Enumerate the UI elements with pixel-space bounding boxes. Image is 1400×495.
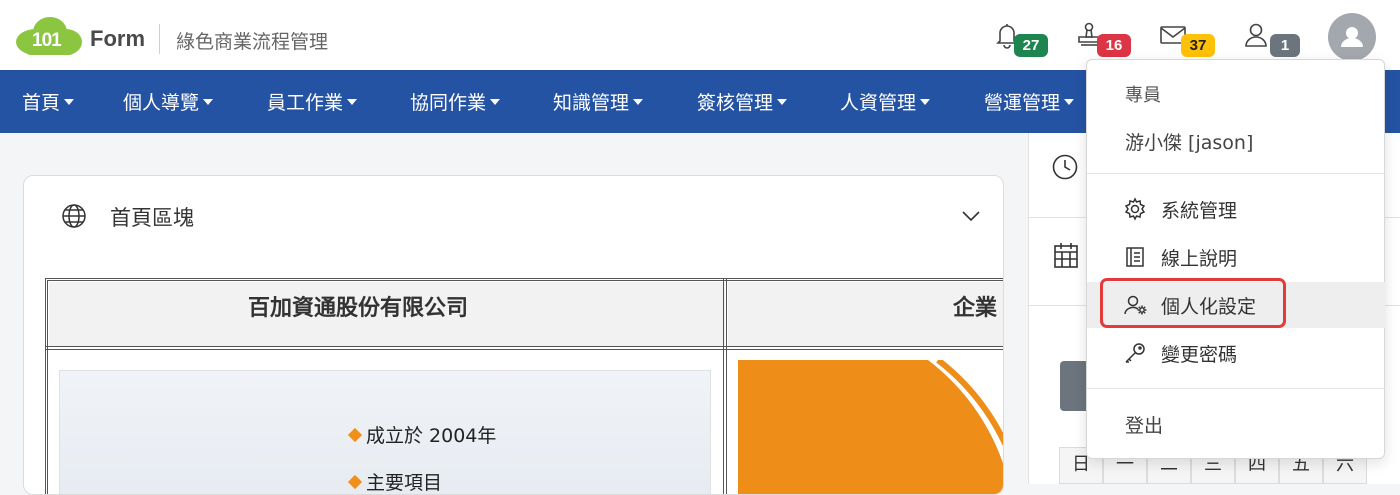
logo-word: Form [90,26,145,51]
logout-link[interactable]: 登出 [1125,411,1163,438]
menu-label: 變更密碼 [1161,344,1238,366]
nav-item-knowledge[interactable]: 知識管理 [553,88,644,115]
user-icon[interactable] [1241,20,1271,50]
nav-label: 協同作業 [410,92,487,114]
avatar[interactable] [1328,13,1376,61]
globe-icon [61,203,87,233]
logo-number: 101 [32,30,62,51]
enterprise-graphic [738,360,1003,494]
diamond-bullet-icon [347,427,363,443]
table-divider [723,278,727,494]
menu-item-online-help[interactable]: 線上說明 [1087,234,1385,280]
home-block-card: 首頁區塊 百加資通股份有限公司 企業 成立於 2004年 主要項目 [23,175,1004,495]
notifications-badge: 27 [1014,34,1048,57]
menu-label: 線上說明 [1161,248,1238,270]
nav-item-employee[interactable]: 員工作業 [267,88,358,115]
gear-icon [1123,197,1147,221]
menu-item-system-admin[interactable]: 系統管理 [1087,186,1385,232]
slide-line: 主要項目 [347,468,443,494]
nav-label: 員工作業 [267,92,344,114]
book-icon [1123,245,1147,269]
nav-item-operations[interactable]: 營運管理 [984,88,1075,115]
nav-item-collaboration[interactable]: 協同作業 [410,88,501,115]
card-title: 首頁區塊 [110,206,194,230]
nav-label: 個人導覽 [123,92,200,114]
caret-down-icon [490,98,501,105]
nav-label: 知識管理 [553,92,630,114]
diamond-bullet-icon [347,474,363,490]
nav-label: 營運管理 [984,92,1061,114]
approvals-badge: 16 [1097,34,1131,57]
card-header[interactable]: 首頁區塊 [24,176,1003,256]
nav-item-personal-guide[interactable]: 個人導覽 [123,88,214,115]
nav-label: 首頁 [22,92,61,114]
slide-line-text: 主要項目 [366,472,443,494]
chevron-down-icon[interactable] [961,208,981,227]
menu-label: 系統管理 [1161,200,1238,222]
user-name: 游小傑 [jason] [1125,132,1254,154]
column-title: 企業 [953,296,998,321]
clock-icon [1051,153,1079,185]
user-role: 專員 [1125,85,1161,106]
cloud-logo-icon: 101 [14,16,84,56]
nav-label: 簽核管理 [697,92,774,114]
caret-down-icon [64,98,75,105]
caret-down-icon [203,98,214,105]
slide-line: 成立於 2004年 [347,421,497,448]
nav-item-hr[interactable]: 人資管理 [840,88,931,115]
caret-down-icon [920,98,931,105]
nav-item-home[interactable]: 首頁 [22,88,75,115]
caret-down-icon [1064,98,1075,105]
slide-line-text: 成立於 2004年 [366,425,497,447]
calendar-icon [1053,241,1079,273]
users-badge: 1 [1270,34,1300,57]
company-intro-slide: 成立於 2004年 主要項目 [59,370,711,494]
table-divider [45,346,1003,350]
app-logo[interactable]: 101 Form 綠色商業流程管理 [14,16,328,56]
key-icon [1123,341,1147,365]
company-name: 百加資通股份有限公司 [248,296,469,321]
messages-badge: 37 [1181,34,1215,57]
menu-divider [1087,388,1385,389]
logo-divider [159,24,160,54]
menu-item-change-password[interactable]: 變更密碼 [1087,330,1385,376]
menu-divider [1087,173,1385,174]
caret-down-icon [777,98,788,105]
highlight-box [1100,278,1286,328]
nav-label: 人資管理 [840,92,917,114]
app-subtitle: 綠色商業流程管理 [176,30,329,53]
user-dropdown-menu: 專員 游小傑 [jason] 系統管理 線上說明 個人化設定 變更密碼 登出 [1086,59,1385,459]
caret-down-icon [347,98,358,105]
main-content: 首頁區塊 百加資通股份有限公司 企業 成立於 2004年 主要項目 [0,133,1028,495]
nav-item-approval[interactable]: 簽核管理 [697,88,788,115]
caret-down-icon [633,98,644,105]
